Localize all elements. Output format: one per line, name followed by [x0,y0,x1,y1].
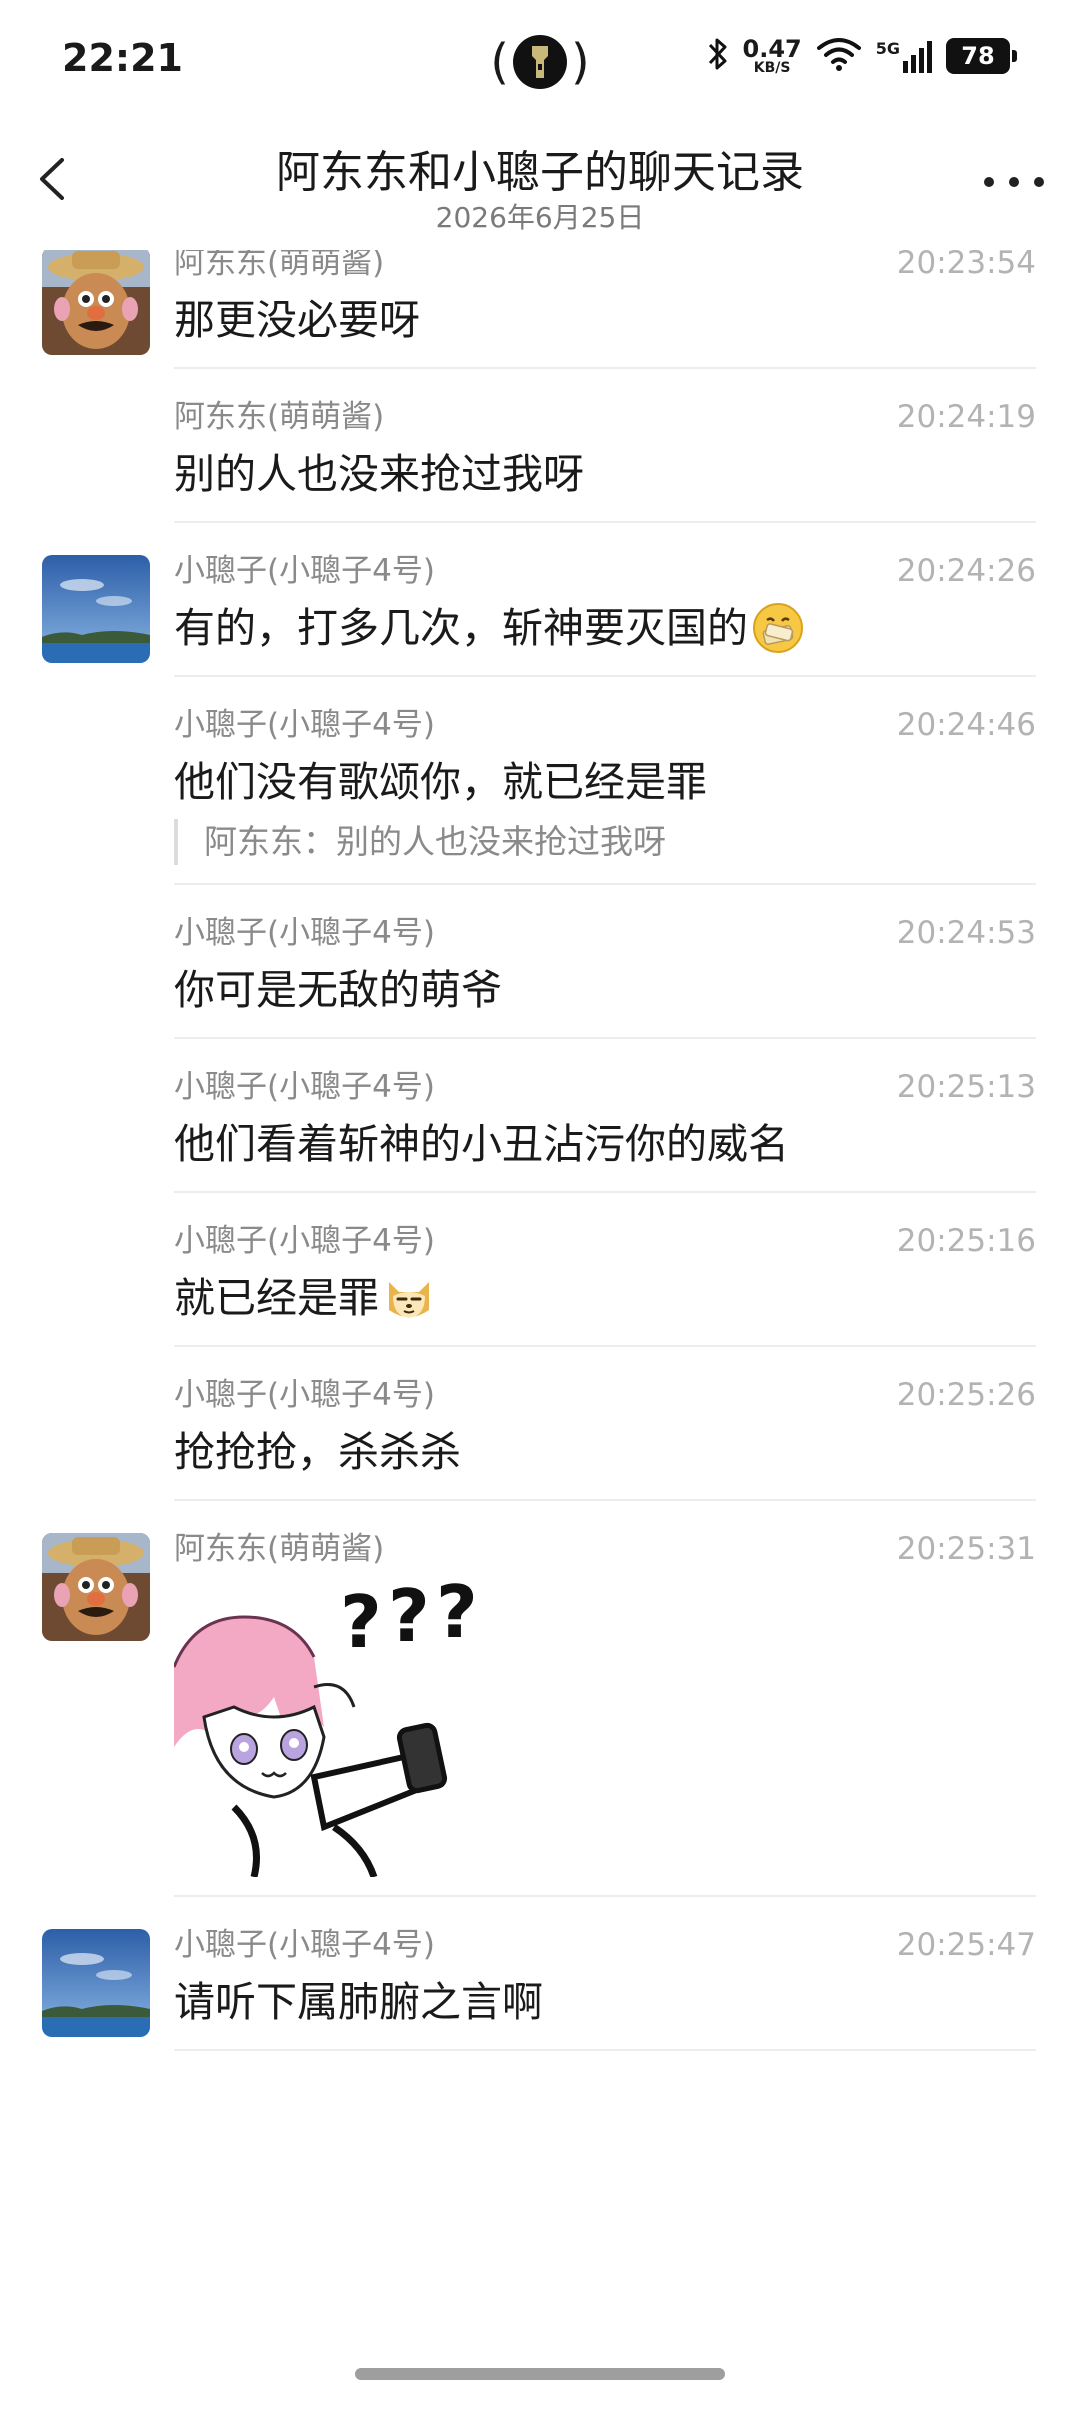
status-time: 22:21 [62,36,183,80]
message-text: 他们看着斩神的小丑沾污你的威名 [174,1120,789,1168]
svg-text:?: ? [340,1580,382,1664]
status-bar: 22:21 ( ) 0.47 KB/S 5G 78 [0,0,1080,120]
message-text: 那更没必要呀 [174,296,420,344]
more-dot [984,177,994,187]
svg-text:?: ? [436,1577,478,1654]
message-sender: 小聰子(小聰子4号) [174,1069,435,1105]
message-text: 有的，打多几次，斩神要灭国的 [174,599,1036,657]
message-sender: 小聰子(小聰子4号) [174,1223,435,1259]
message-sender: 小聰子(小聰子4号) [174,553,435,589]
page-date: 2026年6月25日 [435,201,645,234]
doge-emoji-icon [383,1272,435,1324]
mouth-zipped-emoji-icon [752,602,804,654]
chat-message[interactable]: 小聰子(小聰子4号) 20:25:13 他们看着斩神的小丑沾污你的威名 [0,1039,1080,1193]
flashlight-icon [513,35,567,89]
flashlight-indicator: ( ) [490,34,590,90]
avatar-sky-landscape[interactable] [42,1929,150,2037]
message-text: 请听下属肺腑之言啊 [174,1978,543,2026]
battery-indicator: 78 [946,38,1017,74]
status-icons: 0.47 KB/S 5G 78 [707,35,1017,76]
message-time: 20:23:54 [896,250,1036,281]
message-text: 你可是无敌的萌爷 [174,966,502,1014]
message-sender: 阿东东(萌萌酱) [174,399,385,435]
more-dot [1034,177,1044,187]
message-sender: 阿东东(萌萌酱) [174,250,385,281]
message-sender: 小聰子(小聰子4号) [174,707,435,743]
chat-message[interactable]: 阿东东(萌萌酱) 20:25:31 ? ? ? [0,1501,1080,1897]
message-time: 20:25:16 [896,1223,1036,1259]
chat-message[interactable]: 小聰子(小聰子4号) 20:25:47 请听下属肺腑之言啊 [0,1897,1080,2051]
message-time: 20:24:46 [896,707,1036,743]
chat-message[interactable]: 小聰子(小聰子4号) 20:25:26 抢抢抢，杀杀杀 [0,1347,1080,1501]
avatar-potato-head[interactable] [42,250,150,355]
chat-message[interactable]: 阿东东(萌萌酱) 20:24:19 别的人也没来抢过我呀 [0,369,1080,523]
avatar-potato-head[interactable] [42,1533,150,1641]
message-sender: 小聰子(小聰子4号) [174,1927,435,1963]
chat-record-list[interactable]: 阿东东(萌萌酱) 20:23:54 那更没必要呀 阿东东(萌萌酱) 20:24:… [0,250,1080,2360]
bluetooth-icon [707,36,729,76]
home-indicator[interactable] [355,2368,725,2380]
quoted-message[interactable]: 阿东东：别的人也没来抢过我呀 [174,819,1036,865]
chat-message[interactable]: 小聰子(小聰子4号) 20:25:16 就已经是罪 [0,1193,1080,1347]
message-sender: 小聰子(小聰子4号) [174,1377,435,1413]
chat-message[interactable]: 小聰子(小聰子4号) 20:24:26 有的，打多几次，斩神要灭国的 [0,523,1080,677]
message-sender: 阿东东(萌萌酱) [174,1531,385,1567]
more-options-button[interactable] [984,170,1044,194]
chat-message[interactable]: 阿东东(萌萌酱) 20:23:54 那更没必要呀 [0,250,1080,369]
more-dot [1009,177,1019,187]
message-text: 他们没有歌颂你，就已经是罪 [174,758,707,806]
wifi-icon [816,36,862,76]
confused-anime-girl-sticker[interactable]: ? ? ? [172,1570,494,1879]
message-time: 20:25:13 [896,1069,1036,1105]
avatar-sky-landscape[interactable] [42,555,150,663]
message-time: 20:25:26 [896,1377,1036,1413]
message-text: 就已经是罪 [174,1269,1036,1327]
chat-record-header: 阿东东和小聰子的聊天记录 2026年6月25日 [0,120,1080,240]
message-time: 20:24:26 [896,553,1036,589]
cellular-signal-icon: 5G [876,39,932,73]
page-title: 阿东东和小聰子的聊天记录 [276,147,804,198]
network-speed: 0.47 KB/S [742,35,802,76]
message-time: 20:24:19 [896,399,1036,435]
chat-message[interactable]: 小聰子(小聰子4号) 20:24:46 他们没有歌颂你，就已经是罪 阿东东：别的… [0,677,1080,885]
chat-message[interactable]: 小聰子(小聰子4号) 20:24:53 你可是无敌的萌爷 [0,885,1080,1039]
message-text: 别的人也没来抢过我呀 [174,450,584,498]
message-sender: 小聰子(小聰子4号) [174,915,435,951]
message-text: 抢抢抢，杀杀杀 [174,1428,461,1476]
svg-text:?: ? [388,1577,430,1658]
message-time: 20:24:53 [896,915,1036,951]
message-time: 20:25:31 [896,1531,1036,1567]
bottom-safe-area [0,2356,1080,2414]
message-time: 20:25:47 [896,1927,1036,1963]
